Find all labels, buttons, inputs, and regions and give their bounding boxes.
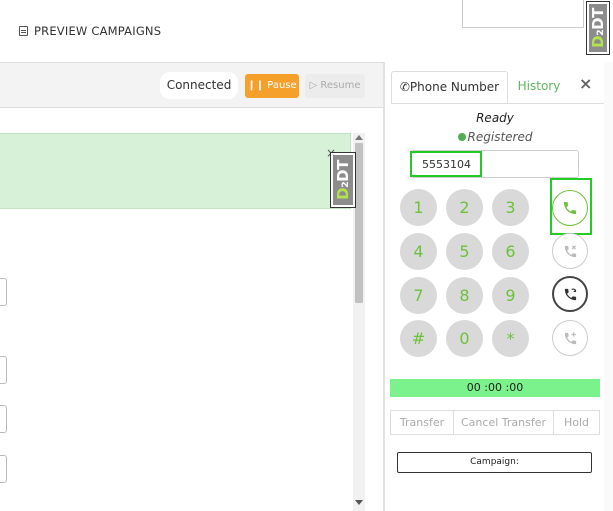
- softphone-panel: ✆Phone Number History × Ready Registered…: [385, 62, 613, 511]
- keypad-key-9[interactable]: 9: [492, 277, 529, 314]
- scroll-thumb[interactable]: [355, 143, 363, 303]
- phone-number-input[interactable]: [410, 151, 482, 177]
- phone-hangup-icon: [564, 244, 576, 257]
- keypad-key-7[interactable]: 7: [400, 277, 437, 314]
- keypad-key-5[interactable]: 5: [446, 233, 483, 270]
- tab-underline: [391, 103, 613, 104]
- keypad-key-0[interactable]: 0: [446, 320, 483, 357]
- top-bar: PREVIEW CAMPAIGNS D₂DT: [0, 0, 613, 62]
- phone-call-icon: [564, 202, 576, 214]
- transfer-controls: Transfer Cancel Transfer Hold: [390, 410, 600, 435]
- form-field[interactable]: [0, 455, 7, 483]
- add-call-button[interactable]: [552, 320, 588, 356]
- window-edge: [604, 62, 613, 511]
- keypad-key-6[interactable]: 6: [492, 233, 529, 270]
- pause-button[interactable]: ❙❙ Pause: [245, 74, 299, 98]
- cancel-transfer-button[interactable]: Cancel Transfer: [454, 411, 554, 434]
- tab-phone-number[interactable]: ✆Phone Number: [391, 71, 508, 103]
- hangup-button[interactable]: [552, 233, 588, 269]
- phone-transfer-icon: [564, 288, 576, 300]
- keypad-key-2[interactable]: 2: [446, 189, 483, 226]
- d2dt-logo: D₂DT: [330, 152, 356, 208]
- d2dt-logo: D₂DT: [586, 1, 610, 55]
- preview-campaigns-label: PREVIEW CAMPAIGNS: [34, 24, 162, 38]
- top-panel-box: [462, 0, 584, 28]
- keypad-key-4[interactable]: 4: [400, 233, 437, 270]
- agent-status-bar: Connected ❙❙ Pause ▷ Resume: [0, 63, 383, 108]
- document-icon: [19, 26, 28, 36]
- resume-button[interactable]: ▷ Resume: [305, 74, 365, 98]
- call-timer: 00 :00 :00: [390, 379, 600, 397]
- close-icon[interactable]: ×: [579, 74, 592, 93]
- transfer-call-button[interactable]: [552, 276, 588, 312]
- scroll-down-arrow-icon[interactable]: [355, 500, 363, 505]
- hold-button[interactable]: Hold: [554, 411, 599, 434]
- notification-banner: [0, 133, 351, 209]
- keypad-key-star[interactable]: *: [492, 320, 529, 357]
- phone-status: Ready: [476, 111, 514, 125]
- form-field[interactable]: [0, 356, 7, 384]
- status-dot-icon: [457, 133, 466, 141]
- call-button[interactable]: [552, 190, 588, 226]
- form-field[interactable]: [0, 278, 7, 306]
- phone-icon: ✆: [399, 80, 410, 94]
- transfer-button[interactable]: Transfer: [391, 411, 454, 434]
- play-icon: ▷: [309, 80, 321, 91]
- scroll-up-arrow-icon[interactable]: [355, 135, 363, 140]
- keypad-key-hash[interactable]: #: [400, 320, 437, 357]
- campaign-selector[interactable]: Campaign:: [397, 452, 592, 473]
- keypad-key-8[interactable]: 8: [446, 277, 483, 314]
- registration-status: Registered: [385, 130, 605, 144]
- main-panel: Connected ❙❙ Pause ▷ Resume ×: [0, 62, 383, 511]
- connection-status: Connected: [160, 72, 238, 99]
- keypad-key-3[interactable]: 3: [492, 189, 529, 226]
- pause-icon: ❙❙: [247, 80, 268, 91]
- phone-add-icon: [564, 331, 576, 344]
- form-field[interactable]: [0, 405, 7, 433]
- keypad-key-1[interactable]: 1: [400, 189, 437, 226]
- preview-campaigns-link[interactable]: PREVIEW CAMPAIGNS: [19, 24, 161, 38]
- tab-history[interactable]: History: [509, 71, 569, 103]
